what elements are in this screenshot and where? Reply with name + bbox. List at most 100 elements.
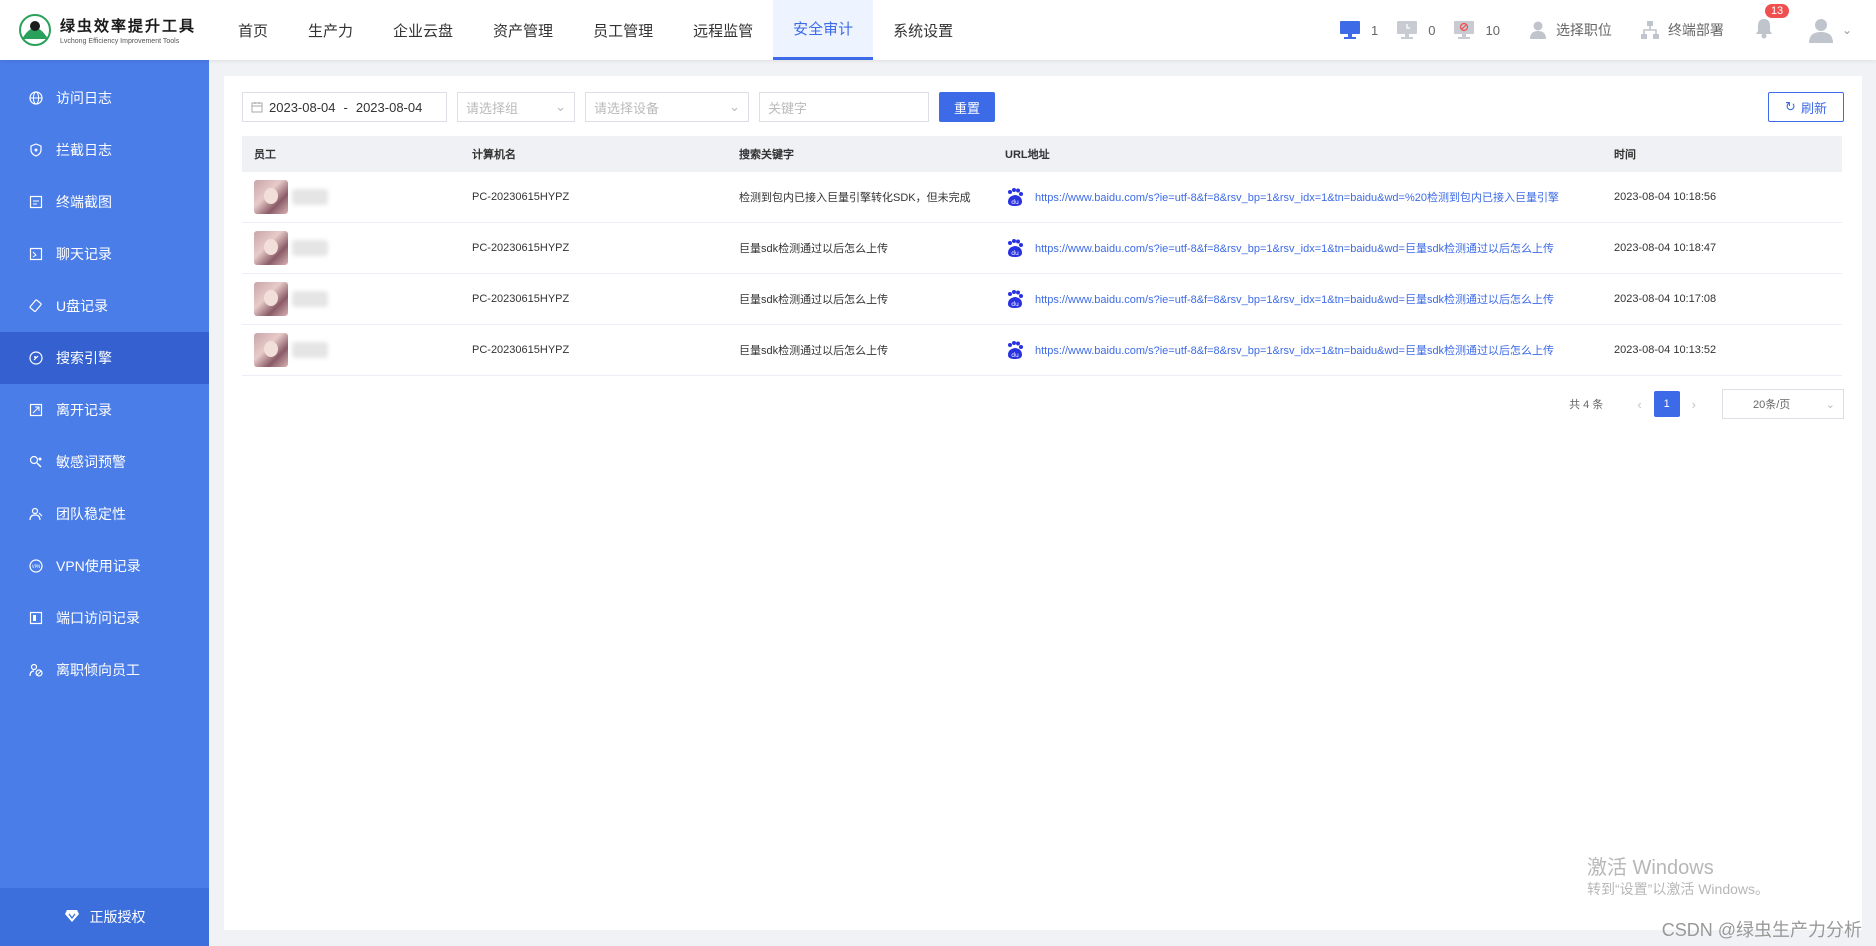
sidebar-item-search-engine[interactable]: 搜索引擎 <box>0 332 209 384</box>
baidu-icon: du <box>1008 239 1023 257</box>
avatar <box>254 333 288 367</box>
nav-system-settings[interactable]: 系统设置 <box>873 0 973 60</box>
monitor-online-icon <box>1340 21 1360 39</box>
table-header: 员工 计算机名 搜索关键字 URL地址 时间 <box>242 136 1842 172</box>
sidebar-item-terminal-screenshot[interactable]: 终端截图 <box>0 176 209 228</box>
notification-button[interactable]: 13 <box>1754 3 1790 44</box>
header-right: 1 0 10 选择职位 终端部署 13 ⌄ <box>1321 0 1876 60</box>
keyword-input[interactable]: 关键字 <box>759 92 929 122</box>
url-link[interactable]: https://www.baidu.com/s?ie=utf-8&f=8&rsv… <box>1035 342 1595 358</box>
nav-productivity[interactable]: 生产力 <box>288 0 373 60</box>
sidebar-item-chat-record[interactable]: 聊天记录 <box>0 228 209 280</box>
search-engine-icon <box>28 350 44 366</box>
keyword-placeholder: 关键字 <box>768 100 808 116</box>
svg-text:du: du <box>1011 250 1019 257</box>
url-link[interactable]: https://www.baidu.com/s?ie=utf-8&f=8&rsv… <box>1035 189 1595 205</box>
license-label: 正版授权 <box>89 909 146 925</box>
page-size-value: 20条/页 <box>1753 399 1791 411</box>
column-keyword: 搜索关键字 <box>739 149 794 161</box>
avatar <box>254 282 288 316</box>
sidebar-item-team-stability[interactable]: 团队稳定性 <box>0 488 209 540</box>
user-menu[interactable]: ⌄ <box>1808 17 1852 43</box>
refresh-button[interactable]: ↻ 刷新 <box>1768 92 1844 122</box>
top-nav: 首页 生产力 企业云盘 资产管理 员工管理 远程监管 安全审计 系统设置 <box>218 0 973 60</box>
record-time: 2023-08-04 10:18:56 <box>1614 191 1717 203</box>
page-number-button[interactable]: 1 <box>1653 391 1680 417</box>
sidebar-item-leave-record[interactable]: 离开记录 <box>0 384 209 436</box>
sidebar-item-access-log[interactable]: 访问日志 <box>0 72 209 124</box>
offline-stat[interactable]: 10 <box>1453 20 1500 40</box>
reset-button[interactable]: 重置 <box>939 92 995 122</box>
sidebar: 访问日志 拦截日志 终端截图 聊天记录 U盘记录 搜索引擎 离开记录 敏感词预警… <box>0 60 209 946</box>
chevron-down-icon: ⌄ <box>729 99 740 114</box>
table-row[interactable]: PC-20230615HYPZ 巨量sdk检测通过以后怎么上传 du https… <box>242 325 1842 376</box>
column-time: 时间 <box>1614 149 1636 161</box>
employee-name-blurred <box>292 240 328 256</box>
globe-icon <box>28 90 44 106</box>
record-time: 2023-08-04 10:18:47 <box>1614 242 1717 254</box>
sidebar-item-label: 敏感词预警 <box>56 454 126 470</box>
device-placeholder: 请选择设备 <box>594 100 660 116</box>
nav-security-audit[interactable]: 安全审计 <box>773 0 874 60</box>
sidebar-item-block-log[interactable]: 拦截日志 <box>0 124 209 176</box>
vpn-icon: VPN <box>28 558 44 574</box>
employee-name-blurred <box>292 291 328 307</box>
baidu-icon: du <box>1008 341 1023 359</box>
sidebar-item-label: 终端截图 <box>56 194 112 210</box>
table-row[interactable]: PC-20230615HYPZ 巨量sdk检测通过以后怎么上传 du https… <box>242 223 1842 274</box>
terminal-deploy-button[interactable]: 终端部署 <box>1640 20 1724 40</box>
select-position-button[interactable]: 选择职位 <box>1528 20 1612 40</box>
next-page-icon[interactable]: › <box>1692 397 1696 412</box>
sidebar-item-resign-tendency[interactable]: 离职倾向员工 <box>0 644 209 696</box>
license-button[interactable]: 正版授权 <box>0 888 209 946</box>
pagination: 共 4 条 ‹ 1 › 20条/页 ⌄ <box>1569 389 1844 419</box>
sidebar-item-port-access[interactable]: 端口访问记录 <box>0 592 209 644</box>
refresh-icon: ↻ <box>1785 99 1796 114</box>
sidebar-item-vpn-usage[interactable]: VPN VPN使用记录 <box>0 540 209 592</box>
idle-stat[interactable]: 0 <box>1396 20 1435 40</box>
device-select[interactable]: 请选择设备 ⌄ <box>585 92 749 122</box>
prev-page-icon[interactable]: ‹ <box>1637 397 1641 412</box>
sidebar-item-sensitive-word-alert[interactable]: 敏感词预警 <box>0 436 209 488</box>
svg-text:du: du <box>1011 301 1019 308</box>
sidebar-item-label: 端口访问记录 <box>56 610 140 626</box>
sidebar-item-label: VPN使用记录 <box>56 558 141 574</box>
nav-cloud-disk[interactable]: 企业云盘 <box>373 0 473 60</box>
computer-name: PC-20230615HYPZ <box>472 344 570 356</box>
date-range-picker[interactable]: 2023-08-04 - 2023-08-04 <box>242 92 447 122</box>
top-header: 绿虫效率提升工具 Lvchong Efficiency Improvement … <box>0 0 1876 60</box>
chevron-down-icon: ⌄ <box>1825 398 1835 411</box>
filter-bar: 2023-08-04 - 2023-08-04 请选择组 ⌄ 请选择设备 ⌄ 关… <box>242 92 1844 122</box>
table-row[interactable]: PC-20230615HYPZ 巨量sdk检测通过以后怎么上传 du https… <box>242 274 1842 325</box>
sidebar-item-usb-record[interactable]: U盘记录 <box>0 280 209 332</box>
page-size-select[interactable]: 20条/页 ⌄ <box>1722 389 1844 419</box>
url-link[interactable]: https://www.baidu.com/s?ie=utf-8&f=8&rsv… <box>1035 291 1595 307</box>
baidu-icon: du <box>1008 188 1023 206</box>
nav-employee-management[interactable]: 员工管理 <box>573 0 673 60</box>
idle-count: 0 <box>1428 22 1436 38</box>
nav-remote-monitoring[interactable]: 远程监管 <box>673 0 773 60</box>
nav-home[interactable]: 首页 <box>218 0 288 60</box>
nav-asset-management[interactable]: 资产管理 <box>473 0 573 60</box>
employee-name-blurred <box>292 342 328 358</box>
chevron-down-icon: ⌄ <box>1841 23 1852 37</box>
app-logo[interactable]: 绿虫效率提升工具 Lvchong Efficiency Improvement … <box>0 13 210 47</box>
table-row[interactable]: PC-20230615HYPZ 检测到包内已接入巨量引擎转化SDK，但未完成 d… <box>242 172 1842 223</box>
windows-activate-title: 激活 Windows <box>1587 857 1714 879</box>
record-time: 2023-08-04 10:13:52 <box>1614 344 1717 356</box>
employee-name-blurred <box>292 189 328 205</box>
app-subtitle: Lvchong Efficiency Improvement Tools <box>60 38 180 45</box>
url-link[interactable]: https://www.baidu.com/s?ie=utf-8&f=8&rsv… <box>1035 240 1595 256</box>
search-keyword: 巨量sdk检测通过以后怎么上传 <box>739 345 889 357</box>
app-title: 绿虫效率提升工具 <box>60 18 197 35</box>
svg-text:du: du <box>1011 199 1019 206</box>
computer-name: PC-20230615HYPZ <box>472 293 570 305</box>
chevron-down-icon: ⌄ <box>555 99 566 114</box>
search-keyword: 巨量sdk检测通过以后怎么上传 <box>739 294 889 306</box>
search-keyword: 检测到包内已接入巨量引擎转化SDK，但未完成 <box>739 192 971 204</box>
total-count: 共 4 条 <box>1569 399 1604 411</box>
online-stat[interactable]: 1 <box>1339 20 1378 40</box>
refresh-label: 刷新 <box>1800 100 1827 116</box>
date-end: 2023-08-04 <box>355 99 423 115</box>
group-select[interactable]: 请选择组 ⌄ <box>457 92 575 122</box>
